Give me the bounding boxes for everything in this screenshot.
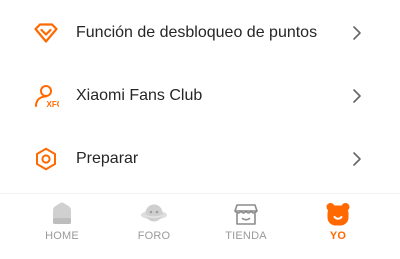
tab-label: HOME — [45, 230, 79, 242]
menu-item-label: Xiaomi Fans Club — [76, 87, 203, 104]
tab-home[interactable]: HOME — [22, 194, 102, 254]
menu-item-points-unlock[interactable]: Función de desbloqueo de puntos — [0, 8, 400, 58]
menu-item-label: Preparar — [76, 150, 139, 167]
svg-text:XFC: XFC — [47, 100, 60, 109]
tab-tienda[interactable]: TIENDA — [206, 194, 286, 254]
chevron-right-icon — [350, 87, 364, 105]
menu-item-label: Función de desbloqueo de puntos — [76, 24, 318, 41]
diamond-icon — [33, 20, 59, 46]
bear-profile-icon — [324, 201, 352, 227]
chevron-right-icon — [350, 150, 364, 168]
tab-yo[interactable]: YO — [298, 194, 378, 254]
tab-label: YO — [329, 230, 347, 242]
tab-label: FORO — [137, 230, 171, 242]
bottom-tab-bar: HOME FORO TIENDA YO — [0, 194, 400, 259]
tab-foro[interactable]: FORO — [114, 194, 194, 254]
fans-club-person-icon: XFC — [33, 83, 59, 109]
store-icon — [232, 201, 260, 227]
menu-item-fans-club[interactable]: XFC Xiaomi Fans Club — [0, 71, 400, 121]
home-icon — [48, 201, 76, 227]
settings-hex-icon — [33, 146, 59, 172]
tab-label: TIENDA — [225, 230, 267, 242]
menu-item-preparar[interactable]: Preparar — [0, 134, 400, 184]
chevron-right-icon — [350, 24, 364, 42]
planet-forum-icon — [140, 201, 168, 227]
